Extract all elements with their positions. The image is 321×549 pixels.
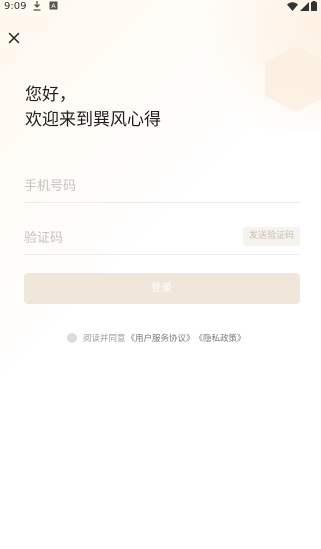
phone-field [24, 172, 300, 203]
login-button[interactable]: 登录 [24, 273, 300, 304]
verification-code-input[interactable] [24, 224, 224, 252]
greeting-line-2: 欢迎来到巽风心得 [25, 110, 161, 130]
agreement-checkbox[interactable] [67, 333, 77, 343]
phone-input[interactable] [24, 172, 224, 200]
user-agreement-link[interactable]: 《用户服务协议》 [127, 332, 195, 344]
a-notification-icon: A [49, 1, 58, 10]
svg-text:A: A [51, 2, 56, 10]
welcome-heading: 您好， 欢迎来到巽风心得 [25, 83, 161, 133]
battery-icon [311, 1, 317, 11]
send-code-button[interactable]: 发送验证码 [242, 227, 300, 246]
wifi-icon [287, 1, 298, 11]
download-icon [33, 1, 41, 11]
privacy-policy-link[interactable]: 《隐私政策》 [195, 332, 246, 344]
login-screen: 9:09 A 您好， 欢迎来到巽风心得 手机号码 验证码 发送验证码 登录 阅读… [0, 0, 321, 549]
status-bar: 9:09 A [0, 0, 321, 14]
code-field: 发送验证码 [24, 224, 300, 255]
status-indicators [287, 1, 317, 11]
agreement-row: 阅读并同意 《用户服务协议》 《隐私政策》 [67, 331, 246, 345]
close-button[interactable] [4, 28, 24, 48]
status-time: 9:09 [4, 1, 27, 12]
greeting-line-1: 您好， [25, 85, 76, 105]
agreement-prefix: 阅读并同意 [83, 334, 126, 344]
close-icon [8, 32, 20, 44]
signal-icon [300, 1, 309, 11]
